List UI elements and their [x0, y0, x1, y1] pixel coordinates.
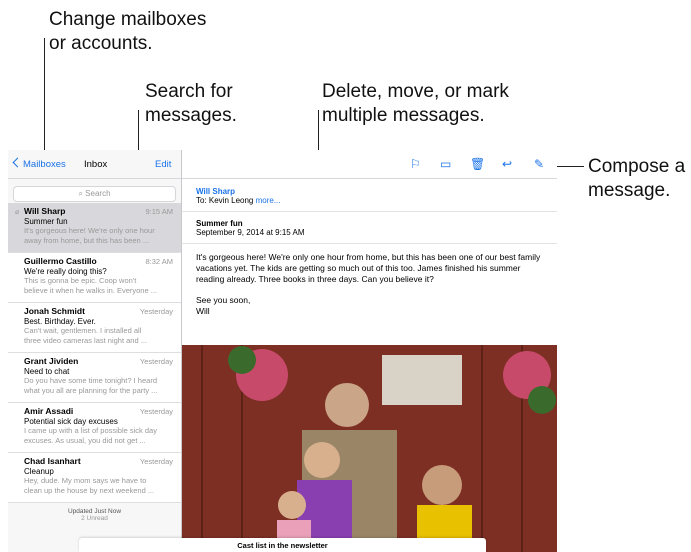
search-bar: ⌕ Search — [8, 179, 181, 203]
message-subject: Need to chat — [24, 367, 70, 376]
message-detail-pane: ⚐ ▭ 🗑 ↩ ✎ Will Sharp To: Kevin Leong mor… — [182, 150, 557, 552]
callout-delete: Delete, move, or mark multiple messages. — [322, 80, 509, 128]
to-label: To: Kevin Leong — [196, 196, 254, 205]
message-preview-line1: Can't wait, gentlemen. I installed all — [24, 326, 142, 335]
body-signoff: See you soon, — [196, 295, 251, 305]
status-area: Updated Just Now 2 Unread — [8, 503, 181, 522]
callout-compose-line2: message. — [588, 180, 671, 201]
detail-toolbar: ⚐ ▭ 🗑 ↩ ✎ — [182, 150, 557, 179]
message-row[interactable]: Grant Jividen Yesterday Need to chat Do you… — [8, 353, 181, 403]
inbox-title: Inbox — [84, 159, 108, 170]
message-list: ⌀ Will Sharp 9:15 AM Summer fun It's gorgeou… — [8, 203, 181, 503]
body-paragraph: It's gorgeous here! We're only one hour … — [196, 252, 541, 284]
callout-mailboxes: Change mailboxes or accounts. — [49, 8, 206, 56]
message-row[interactable]: ⌀ Will Sharp 9:15 AM Summer fun It's gorgeou… — [8, 203, 181, 253]
message-row[interactable]: Guillermo Castillo 8:32 AM We're really do… — [8, 253, 181, 303]
message-subject: Cleanup — [24, 467, 54, 476]
flag-icon[interactable]: ⚐ — [410, 157, 421, 171]
mailboxes-label: Mailboxes — [23, 159, 66, 170]
search-placeholder: Search — [85, 189, 111, 198]
message-body: It's gorgeous here! We're only one hour … — [182, 244, 557, 325]
message-subject: Summer fun — [24, 217, 68, 226]
message-preview-line2: clean up the house by next weekend ... — [24, 485, 155, 495]
message-time: 8:32 AM — [145, 257, 173, 266]
message-preview-line1: This is gonna be epic. Coop won't — [24, 276, 137, 285]
message-header: Will Sharp To: Kevin Leong more... — [182, 179, 557, 212]
message-preview-line1: Do you have some time tonight? I heard — [24, 376, 157, 385]
ipad-screen: Mailboxes Inbox Edit ⌕ Search ⌀ Will Shar… — [8, 150, 557, 552]
message-subject: Potential sick day excuses — [24, 417, 118, 426]
chevron-left-icon — [12, 157, 23, 168]
message-list-pane: Mailboxes Inbox Edit ⌕ Search ⌀ Will Shar… — [8, 150, 182, 552]
message-time: Yesterday — [139, 357, 173, 366]
more-link[interactable]: more... — [256, 196, 281, 205]
draft-title: Cast list in the newsletter — [237, 541, 328, 550]
message-preview-line1: It's gorgeous here! We're only one hour — [24, 226, 155, 235]
reply-icon[interactable]: ↩ — [502, 157, 512, 171]
message-preview-line2: what you all are planning for the party … — [24, 385, 158, 395]
message-subject: We're really doing this? — [24, 267, 107, 276]
message-subject: Best. Birthday. Ever. — [24, 317, 96, 326]
message-preview-line1: I came up with a list of possible sick d… — [24, 426, 157, 435]
search-input[interactable]: ⌕ Search — [13, 186, 176, 202]
callout-compose: Compose a message. — [588, 155, 685, 203]
family-photo — [182, 345, 557, 552]
status-text: Updated Just Now — [67, 508, 122, 515]
folder-icon[interactable]: ▭ — [440, 157, 451, 171]
recipient-line: To: Kevin Leong more... — [196, 196, 543, 205]
message-row[interactable]: Amir Assadi Yesterday Potential sick day e… — [8, 403, 181, 453]
draft-card[interactable]: Cast list in the newsletter — [79, 538, 486, 552]
compose-icon[interactable]: ✎ — [534, 157, 544, 171]
message-preview-line2: three video cameras last night and ... — [24, 335, 147, 345]
message-row[interactable]: Jonah Schmidt Yesterday Best. Birthday. Ev… — [8, 303, 181, 353]
message-preview-line2: away from home, but this has been ... — [24, 235, 150, 245]
edit-button[interactable]: Edit — [155, 159, 171, 170]
callout-mailboxes-line1: Change mailboxes — [49, 9, 207, 30]
photo-illustration — [182, 345, 557, 552]
mailboxes-back-button[interactable]: Mailboxes — [12, 157, 66, 170]
callout-search-line2: messages. — [145, 105, 237, 126]
trash-icon[interactable]: 🗑 — [470, 157, 485, 171]
message-time: Yesterday — [139, 457, 173, 466]
callout-compose-line1: Compose a — [588, 156, 686, 177]
message-date: September 9, 2014 at 9:15 AM — [196, 228, 305, 237]
leader-mailboxes — [44, 38, 46, 158]
callout-delete-line2: multiple messages. — [322, 105, 485, 126]
callout-search-line1: Search for — [145, 81, 233, 102]
message-preview-line2: believe it when he walks in. Everyone ..… — [24, 285, 157, 295]
callout-search: Search for messages. — [145, 80, 237, 128]
attachment-icon: ⌀ — [15, 209, 20, 216]
list-header: Mailboxes Inbox Edit — [8, 150, 181, 179]
body-signature: Will — [196, 306, 210, 316]
message-row[interactable]: Chad Isanhart Yesterday Cleanup Hey, dude. … — [8, 453, 181, 503]
message-time: Yesterday — [139, 407, 173, 416]
message-time: Yesterday — [139, 307, 173, 316]
message-preview-line1: Hey, dude. My mom says we have to — [24, 476, 147, 485]
subject-block: Summer fun September 9, 2014 at 9:15 AM — [182, 212, 557, 244]
callout-delete-line1: Delete, move, or mark — [322, 81, 509, 102]
status-unread: 2 Unread — [81, 515, 108, 522]
message-subject: Summer fun — [196, 219, 243, 228]
sender-name[interactable]: Will Sharp — [196, 187, 543, 196]
message-time: 9:15 AM — [145, 207, 173, 216]
message-preview-line2: excuses. As usual, you did not get ... — [24, 435, 146, 445]
callout-mailboxes-line2: or accounts. — [49, 33, 153, 54]
